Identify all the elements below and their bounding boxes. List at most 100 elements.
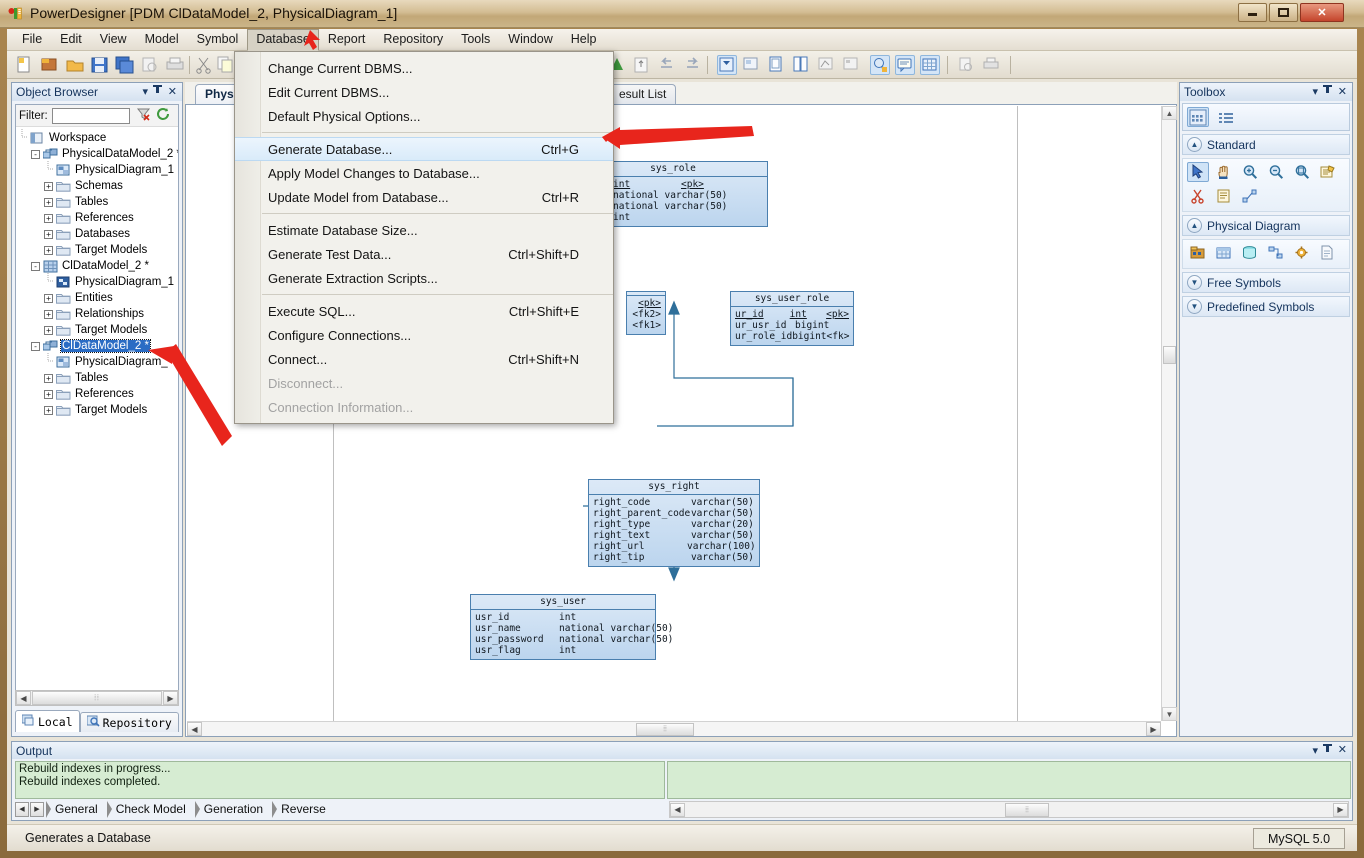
table-symbol[interactable]: sys_right right_code varchar(50) right_pare…	[588, 479, 760, 567]
menu-item-execute-sql[interactable]: Execute SQL... Ctrl+Shift+E	[235, 299, 613, 323]
expand-toggle[interactable]: +	[44, 405, 53, 415]
collapse-toggle[interactable]: -	[31, 261, 40, 271]
output-scroll-right[interactable]: ▶	[1333, 802, 1348, 817]
menu-symbol[interactable]: Symbol	[188, 29, 248, 50]
menu-view[interactable]: View	[91, 29, 136, 50]
expand-toggle[interactable]: +	[44, 181, 53, 191]
tree-node[interactable]: + References	[18, 210, 178, 226]
toolbox-group-physical-diagram[interactable]: ▲ Physical Diagram	[1182, 215, 1350, 236]
expand-toggle[interactable]: +	[44, 213, 53, 223]
menu-item-generate-test-data[interactable]: Generate Test Data... Ctrl+Shift+D	[235, 242, 613, 266]
menu-help[interactable]: Help	[562, 29, 606, 50]
model-options-icon[interactable]	[742, 55, 762, 75]
output-tabs-prev[interactable]: ◀	[15, 801, 29, 817]
expand-toggle[interactable]: +	[44, 197, 53, 207]
tree-node[interactable]: - ClDataModel_2 *	[18, 258, 178, 274]
menu-item-update-model-from-database[interactable]: Update Model from Database... Ctrl+R	[235, 185, 613, 209]
clear-filter-icon[interactable]	[136, 107, 151, 124]
vscroll-thumb[interactable]	[1163, 346, 1176, 364]
reference-icon[interactable]	[1265, 243, 1287, 263]
tree-node[interactable]: - ClDataModel_2 *	[18, 338, 178, 354]
procedure-icon[interactable]	[1291, 243, 1313, 263]
tab-repository[interactable]: Repository	[79, 712, 179, 732]
zoom-area-icon[interactable]	[1291, 162, 1313, 182]
menu-database[interactable]: Database	[247, 28, 319, 51]
tree-node[interactable]: PhysicalDiagram_1	[18, 160, 178, 178]
grid-icon[interactable]	[920, 55, 940, 75]
toolbox-group-standard[interactable]: ▲ Standard	[1182, 134, 1350, 155]
object-browser-hscrollbar[interactable]: ◀ ⦙⦙ ▶	[15, 690, 179, 706]
scroll-right-arrow[interactable]: ▶	[163, 691, 178, 705]
vscroll-up-arrow[interactable]: ▲	[1162, 106, 1177, 120]
new-model-icon[interactable]	[15, 55, 35, 75]
note-icon[interactable]	[1213, 186, 1235, 206]
table-symbol[interactable]: sys_user_role ur_id int <pk> ur_usr_id bigint…	[730, 291, 854, 346]
menu-window[interactable]: Window	[499, 29, 561, 50]
pointer-icon[interactable]	[1187, 162, 1209, 182]
expand-toggle[interactable]: +	[44, 293, 53, 303]
page-view-icon[interactable]	[767, 55, 787, 75]
tree-node[interactable]: + Entities	[18, 290, 178, 306]
tree-node[interactable]: + Relationships	[18, 306, 178, 322]
output-tab-reverse[interactable]: Reverse	[271, 800, 334, 818]
tree-node[interactable]: + Target Models	[18, 402, 178, 418]
toolbox-group-predefined-symbols[interactable]: ▼ Predefined Symbols	[1182, 296, 1350, 317]
output-scroll-thumb[interactable]: ⦙⦙	[1005, 802, 1049, 817]
expand-toggle[interactable]: +	[44, 245, 53, 255]
tab-result-list[interactable]: esult List	[609, 84, 677, 104]
chevron-up-icon[interactable]: ▲	[1187, 137, 1202, 152]
output-tab-generation[interactable]: Generation	[194, 800, 271, 818]
panel-pin-icon[interactable]	[153, 85, 162, 99]
menu-edit[interactable]: Edit	[51, 29, 91, 50]
table-icon[interactable]	[1213, 243, 1235, 263]
chevron-up-icon-2[interactable]: ▲	[1187, 218, 1202, 233]
menu-item-configure-connections[interactable]: Configure Connections...	[235, 323, 613, 347]
tree-node[interactable]: PhysicalDiagram_1	[18, 272, 178, 290]
canvas-hscrollbar[interactable]: ◀ ⦙⦙ ▶	[187, 721, 1161, 736]
file-icon[interactable]	[1317, 243, 1339, 263]
menu-item-estimate-database-size[interactable]: Estimate Database Size...	[235, 218, 613, 242]
chevron-down-icon[interactable]: ▼	[1187, 275, 1202, 290]
scroll-thumb[interactable]: ⦙⦙	[32, 691, 162, 705]
menu-repository[interactable]: Repository	[374, 29, 452, 50]
chevron-down-icon-2[interactable]: ▼	[1187, 299, 1202, 314]
tree-node[interactable]: + Databases	[18, 226, 178, 242]
zoom-tool-icon[interactable]	[870, 55, 890, 75]
output-hscrollbar[interactable]: ◀ ⦙⦙ ▶	[669, 801, 1349, 818]
tab-local[interactable]: Local	[15, 710, 80, 732]
output-pin-icon[interactable]	[1323, 744, 1332, 758]
tree-node[interactable]: + Target Models	[18, 242, 178, 258]
close-button[interactable]: ✕	[1300, 3, 1344, 22]
zoom-in-icon[interactable]	[1239, 162, 1261, 182]
table-symbol[interactable]: <pk> <fk2> <fk1>	[626, 291, 666, 335]
menu-file[interactable]: File	[13, 29, 51, 50]
toolbox-pin-icon[interactable]	[1323, 85, 1332, 99]
menu-item-change-current-dbms[interactable]: Change Current DBMS...	[235, 56, 613, 80]
properties-icon[interactable]	[1317, 162, 1339, 182]
package-icon[interactable]	[1187, 243, 1209, 263]
canvas-vscrollbar[interactable]: ▲ ▼	[1161, 106, 1177, 721]
tree-node[interactable]: PhysicalDiagram_	[18, 352, 178, 370]
output-dropdown-icon[interactable]: ▾	[1312, 744, 1318, 757]
tree-node[interactable]: Workspace	[18, 128, 178, 146]
toolbox-group-free-symbols[interactable]: ▼ Free Symbols	[1182, 272, 1350, 293]
menu-item-default-physical-options[interactable]: Default Physical Options...	[235, 104, 613, 128]
scroll-left-arrow[interactable]: ◀	[16, 691, 31, 705]
expand-toggle[interactable]: +	[44, 389, 53, 399]
view-icon[interactable]	[1239, 243, 1261, 263]
menu-item-edit-current-dbms[interactable]: Edit Current DBMS...	[235, 80, 613, 104]
menu-report[interactable]: Report	[319, 29, 375, 50]
output-tab-general[interactable]: General	[45, 800, 106, 818]
save-all-icon[interactable]	[115, 55, 135, 75]
menu-item-generate-database[interactable]: Generate Database... Ctrl+G	[235, 137, 613, 161]
vscroll-down-arrow[interactable]: ▼	[1162, 707, 1177, 721]
table-symbol[interactable]: sys_user usr_id int usr_name national varcha…	[470, 594, 673, 660]
toolbox-dropdown-icon[interactable]: ▾	[1312, 85, 1318, 98]
tree-node[interactable]: + Tables	[18, 194, 178, 210]
tree-node[interactable]: + Tables	[18, 370, 178, 386]
tree-node[interactable]: - PhysicalDataModel_2 *	[18, 146, 178, 162]
refresh-icon[interactable]	[156, 107, 171, 124]
panel-dropdown-icon[interactable]: ▾	[142, 85, 148, 98]
collapse-toggle[interactable]: -	[31, 149, 40, 159]
output-close-icon[interactable]: ✕	[1338, 743, 1347, 756]
